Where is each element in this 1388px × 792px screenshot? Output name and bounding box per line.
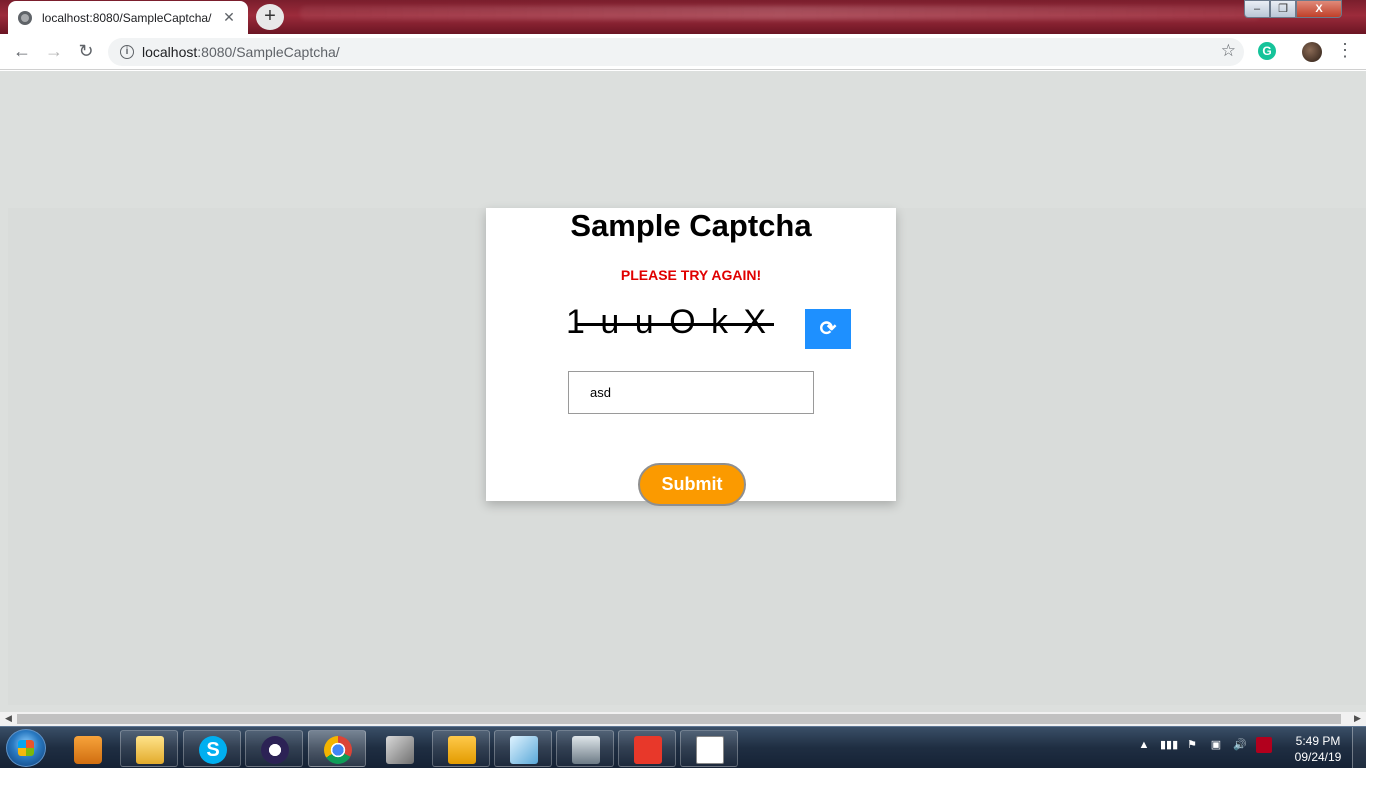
refresh-captcha-button[interactable]: ⟳ <box>805 309 851 349</box>
start-button[interactable] <box>6 729 46 767</box>
refresh-icon: ⟳ <box>819 318 837 340</box>
outlook-icon <box>448 736 476 764</box>
tab-close-icon[interactable]: ✕ <box>220 9 238 26</box>
taskbar-anydesk[interactable] <box>618 730 676 767</box>
clock-time: 5:49 PM <box>1295 734 1341 748</box>
maximize-button[interactable]: ❐ <box>1270 0 1296 18</box>
browser-tab[interactable]: localhost:8080/SampleCaptcha/ ✕ <box>8 1 248 34</box>
captcha-input[interactable]: asd <box>568 371 814 414</box>
eclipse-icon <box>261 736 289 764</box>
scrollbar-thumb[interactable] <box>17 714 1341 724</box>
device-icon[interactable]: ▣ <box>1208 737 1224 753</box>
document-icon <box>696 736 724 764</box>
page-title: Sample Captcha <box>570 208 812 243</box>
profile-avatar[interactable] <box>1302 42 1322 62</box>
taskbar-remote-desktop[interactable] <box>556 730 614 767</box>
close-window-button[interactable]: X <box>1296 0 1342 18</box>
forward-button[interactable]: → <box>38 41 70 62</box>
address-bar[interactable]: i localhost :8080/SampleCaptcha/ ☆ <box>108 38 1244 66</box>
windows-logo-icon <box>18 740 34 756</box>
minimize-button[interactable]: – <box>1244 0 1270 18</box>
taskbar-clock[interactable]: 5:49 PM 09/24/19 <box>1288 733 1348 765</box>
page-viewport: Sample Captcha PLEASE TRY AGAIN! 1 u u O… <box>0 71 1366 712</box>
grammarly-extension-icon[interactable]: G <box>1258 42 1276 60</box>
taskbar-media-player[interactable] <box>58 730 116 767</box>
taskbar-tools[interactable] <box>370 730 428 767</box>
horizontal-scrollbar[interactable]: ◀ ▶ <box>0 712 1366 726</box>
reload-button[interactable]: ↻ <box>70 41 102 62</box>
scroll-left-arrow-icon[interactable]: ◀ <box>5 713 12 724</box>
network-error-icon[interactable] <box>1256 737 1272 753</box>
taskbar-blue-app[interactable] <box>494 730 552 767</box>
anydesk-icon <box>634 736 662 764</box>
tray-expand-icon[interactable]: ▲ <box>1136 737 1152 753</box>
volume-icon[interactable]: 🔊 <box>1232 737 1248 753</box>
url-host: localhost <box>142 44 198 60</box>
taskbar-file-explorer[interactable] <box>120 730 178 767</box>
browser-menu-icon[interactable]: ⋮ <box>1336 40 1354 61</box>
scroll-right-arrow-icon[interactable]: ▶ <box>1354 713 1361 724</box>
browser-titlebar: localhost:8080/SampleCaptcha/ ✕ + – ❐ X <box>0 0 1366 34</box>
window-right-edge <box>1366 34 1388 726</box>
taskbar-outlook[interactable] <box>432 730 490 767</box>
captcha-strike-line <box>576 323 774 326</box>
taskbar-chrome[interactable] <box>308 730 366 767</box>
clock-date: 09/24/19 <box>1294 750 1342 764</box>
taskbar-eclipse[interactable] <box>245 730 303 767</box>
captcha-image-text: 1 u u O k X <box>566 303 770 341</box>
action-center-flag-icon[interactable]: ⚑ <box>1184 737 1200 753</box>
tab-title: localhost:8080/SampleCaptcha/ <box>42 10 212 25</box>
skype-icon: S <box>199 736 227 764</box>
info-icon[interactable]: i <box>120 45 134 59</box>
signal-icon[interactable]: ▮▮▮ <box>1160 737 1178 753</box>
submit-button[interactable]: Submit <box>638 463 746 506</box>
system-tray: ▲ ▮▮▮ ⚑ ▣ 🔊 <box>1136 737 1272 753</box>
globe-icon <box>18 10 32 25</box>
chrome-icon <box>324 736 352 764</box>
new-tab-button[interactable]: + <box>256 4 284 30</box>
browser-toolbar: ← → ↻ i localhost :8080/SampleCaptcha/ ☆… <box>0 34 1366 70</box>
monitor-icon <box>572 736 600 764</box>
error-message: PLEASE TRY AGAIN! <box>620 267 762 283</box>
taskbar-skype[interactable]: S <box>183 730 241 767</box>
window-controls: – ❐ X <box>1244 0 1342 18</box>
url-path: :8080/SampleCaptcha/ <box>197 44 340 60</box>
window-title-blurred <box>300 6 1260 20</box>
tools-icon <box>386 736 414 764</box>
captcha-card: Sample Captcha PLEASE TRY AGAIN! 1 u u O… <box>486 208 896 506</box>
show-desktop-button[interactable] <box>1352 727 1366 769</box>
folder-icon <box>136 736 164 764</box>
star-icon[interactable]: ☆ <box>1221 41 1236 61</box>
back-button[interactable]: ← <box>6 41 38 62</box>
taskbar-document[interactable] <box>680 730 738 767</box>
app-icon <box>510 736 538 764</box>
media-player-icon <box>74 736 102 764</box>
windows-taskbar: S ▲ ▮▮▮ ⚑ ▣ 🔊 5:49 PM 09/24/19 <box>0 726 1366 769</box>
